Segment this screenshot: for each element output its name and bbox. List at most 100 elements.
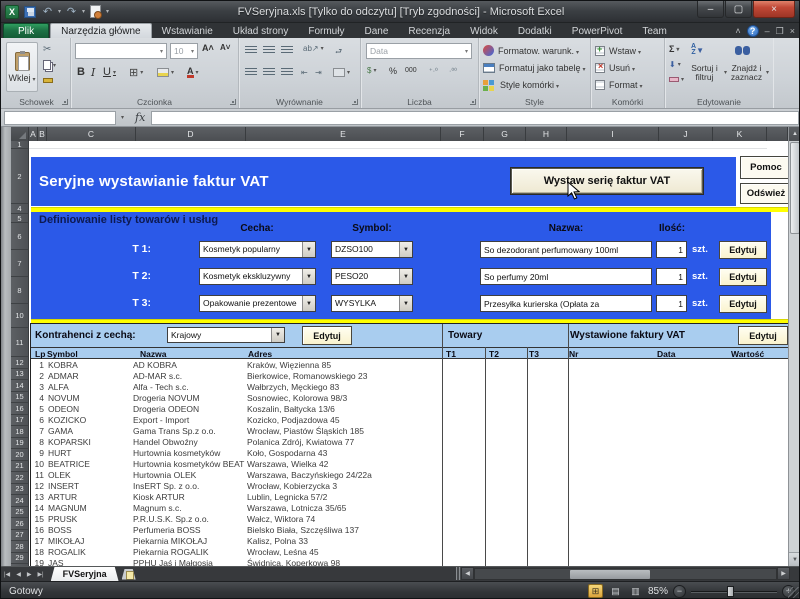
symbol-select-t3[interactable]: WYSYLKA▼ (331, 295, 413, 312)
tab-dane[interactable]: Dane (354, 24, 398, 38)
row-header-28[interactable]: 28 (11, 541, 29, 553)
page-break-view-icon[interactable]: ▥ (628, 584, 643, 598)
tab-team[interactable]: Team (632, 24, 676, 38)
percent-icon[interactable]: % (389, 66, 397, 76)
cut-icon[interactable]: ✂ (43, 44, 51, 55)
wrap-text-icon[interactable]: ⮐ (335, 46, 342, 60)
copy-icon[interactable] (43, 60, 56, 70)
dropdown-arrow-icon[interactable]: ▼ (302, 242, 315, 257)
column-header-a[interactable]: A (29, 127, 38, 141)
scroll-right-icon[interactable]: ▶ (777, 567, 790, 580)
restore-button[interactable]: ▢ (725, 1, 752, 18)
number-dialog-launcher-icon[interactable] (470, 99, 476, 105)
font-name-combo[interactable]: ▾ (75, 43, 167, 59)
horizontal-scroll-track[interactable] (474, 568, 777, 580)
workbook-close-icon[interactable]: × (790, 26, 795, 36)
dropdown-arrow-icon[interactable]: ▼ (399, 296, 412, 311)
column-header-e[interactable]: E (246, 127, 441, 141)
row-header-12[interactable]: 12 (11, 357, 29, 369)
column-header-c[interactable]: C (47, 127, 136, 141)
insert-sheet-icon[interactable] (122, 569, 136, 580)
vertical-scroll-thumb[interactable] (790, 142, 800, 234)
tab-powerpivot[interactable]: PowerPivot (562, 24, 633, 38)
redo-icon[interactable]: ↷ (64, 4, 79, 19)
align-middle-icon[interactable] (263, 46, 275, 55)
number-format-combo[interactable]: Data▾ (366, 43, 472, 59)
contractors-edit-button[interactable]: Edytuj (302, 326, 352, 345)
name-box[interactable] (4, 111, 116, 125)
horizontal-scroll-thumb[interactable] (570, 570, 650, 579)
row-header-15[interactable]: 15 (11, 392, 29, 404)
row-header-19[interactable]: 19 (11, 438, 29, 450)
paste-button[interactable]: Wklej (6, 42, 38, 92)
cells-item-wstaw[interactable]: Wstaw (595, 42, 643, 59)
format-painter-icon[interactable] (43, 78, 53, 83)
row-header-7[interactable]: 7 (11, 250, 29, 277)
row-header-5[interactable]: 5 (11, 214, 29, 223)
horizontal-scrollbar[interactable]: ◀ ▶ (456, 567, 793, 580)
row-header-17[interactable]: 17 (11, 415, 29, 427)
contractors-feature-select[interactable]: Krajowy ▼ (167, 327, 285, 343)
nazwa-input-t2[interactable]: So perfumy 20ml (480, 268, 652, 285)
insert-function-icon[interactable]: fx (129, 111, 151, 124)
normal-view-icon[interactable]: ⊞ (588, 584, 603, 598)
tab-dodatki[interactable]: Dodatki (508, 24, 562, 38)
font-dialog-launcher-icon[interactable] (230, 99, 236, 105)
tab-formu-y[interactable]: Formuły (298, 24, 354, 38)
minimize-button[interactable]: – (697, 1, 724, 18)
row-header-14[interactable]: 14 (11, 380, 29, 392)
align-top-icon[interactable] (245, 46, 257, 55)
edit-button-t1[interactable]: Edytuj (719, 241, 767, 259)
first-sheet-icon[interactable]: |◀ (1, 571, 13, 578)
merge-center-icon[interactable] (333, 68, 350, 77)
sheet-tab-fvseryjna[interactable]: FVSeryjna (51, 567, 119, 582)
help-button[interactable]: Pomoc (740, 156, 788, 179)
tab-uk-ad-strony[interactable]: Układ strony (223, 24, 299, 38)
style-item-3[interactable]: Style komórki (483, 76, 586, 93)
increase-indent-icon[interactable]: ⇥ (315, 68, 322, 77)
cecha-select-t1[interactable]: Kosmetyk popularny▼ (199, 241, 316, 258)
row-header-25[interactable]: 25 (11, 507, 29, 519)
column-header-j[interactable]: J (659, 127, 713, 141)
refresh-button[interactable]: Odśwież (740, 183, 788, 204)
name-box-dropdown-icon[interactable]: ▾ (116, 111, 129, 125)
dropdown-arrow-icon[interactable]: ▼ (271, 328, 284, 342)
currency-icon[interactable]: $ (367, 66, 376, 75)
row-header-23[interactable]: 23 (11, 484, 29, 496)
ilosc-input-t2[interactable]: 1 (656, 268, 687, 285)
scroll-down-icon[interactable]: ▼ (789, 552, 800, 566)
row-header-1[interactable]: 1 (11, 141, 29, 149)
column-header-g[interactable]: G (484, 127, 526, 141)
issue-invoices-button[interactable]: Wystaw serię faktur VAT (511, 168, 703, 194)
style-item-2[interactable]: Formatuj jako tabelę (483, 59, 586, 76)
tab-widok[interactable]: Widok (460, 24, 508, 38)
column-header-i[interactable]: I (567, 127, 659, 141)
row-header-18[interactable]: 18 (11, 426, 29, 438)
row-header-11[interactable]: 11 (11, 328, 29, 357)
cells-item-format[interactable]: Format (595, 76, 643, 93)
row-header-4[interactable]: 4 (11, 204, 29, 214)
orientation-icon[interactable]: ab↗ (303, 44, 324, 53)
sort-filter-button[interactable]: Sortuj i filtruj (687, 64, 727, 82)
cells-item-usuń[interactable]: Usuń (595, 59, 643, 76)
scroll-up-icon[interactable]: ▲ (789, 127, 800, 141)
prev-sheet-icon[interactable]: ◀ (13, 571, 24, 578)
redo-dropdown-icon[interactable]: ▾ (82, 8, 85, 15)
autosum-icon[interactable]: Σ (669, 44, 679, 54)
row-header-16[interactable]: 16 (11, 403, 29, 415)
formula-input[interactable] (151, 111, 799, 125)
dropdown-arrow-icon[interactable]: ▼ (399, 269, 412, 284)
next-sheet-icon[interactable]: ▶ (24, 571, 35, 578)
zoom-slider-thumb[interactable] (727, 586, 734, 597)
scroll-left-icon[interactable]: ◀ (461, 567, 474, 580)
nazwa-input-t1[interactable]: So dezodorant perfumowany 100ml (480, 241, 652, 258)
increase-decimal-icon[interactable]: ⁺·⁰ (429, 67, 438, 75)
grow-font-icon[interactable]: A˄ (202, 43, 214, 53)
fill-color-icon[interactable] (157, 68, 174, 77)
column-header-d[interactable]: D (136, 127, 246, 141)
dropdown-arrow-icon[interactable]: ▼ (399, 242, 412, 257)
bold-icon[interactable]: B (77, 66, 85, 78)
column-header-h[interactable]: H (526, 127, 567, 141)
help-icon[interactable]: ? (747, 25, 759, 37)
clear-icon[interactable] (669, 76, 684, 83)
